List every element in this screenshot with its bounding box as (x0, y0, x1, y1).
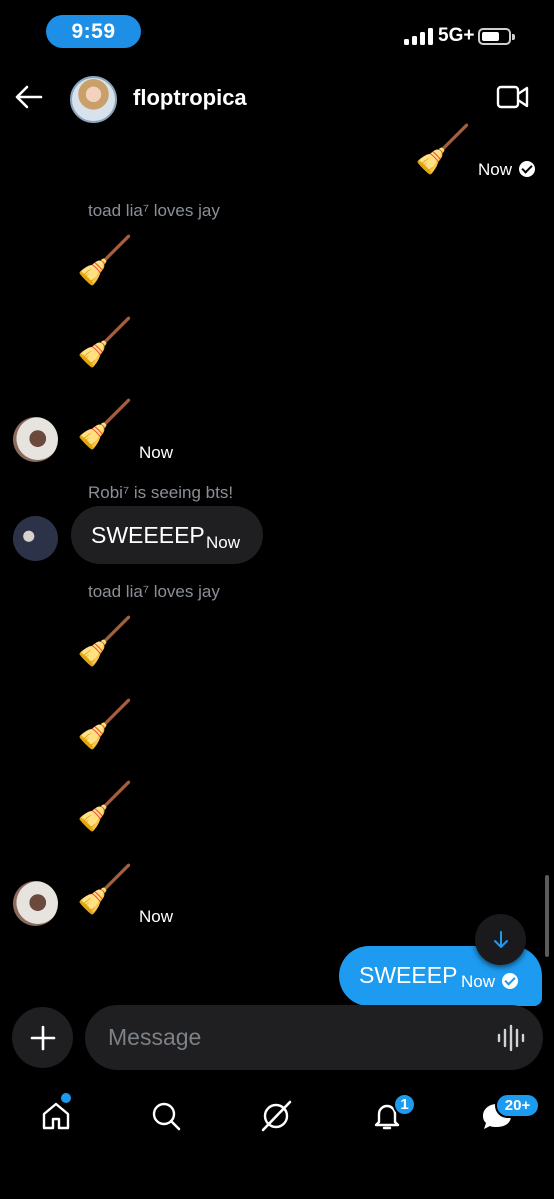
message-input[interactable] (85, 1005, 543, 1070)
plus-icon (30, 1025, 55, 1050)
message-time: Now (139, 443, 174, 462)
search-icon (152, 1102, 181, 1131)
signal-icon (404, 28, 433, 45)
sent-check-icon (519, 161, 536, 177)
back-button[interactable] (12, 80, 46, 114)
sender-avatar[interactable] (13, 881, 58, 926)
scrollbar[interactable] (545, 875, 549, 957)
broom-message[interactable]: 🧹 (414, 124, 471, 174)
broom-message[interactable]: 🧹 (76, 699, 133, 749)
arrow-down-icon (493, 930, 508, 948)
incoming-message-bubble[interactable]: SWEEEEP Now (71, 506, 263, 564)
scroll-to-bottom-button[interactable] (475, 914, 526, 965)
add-attachment-button[interactable] (12, 1007, 73, 1068)
broom-message[interactable]: 🧹 (76, 399, 133, 449)
nav-grok[interactable] (256, 1096, 296, 1136)
chat-avatar[interactable] (70, 76, 117, 123)
message-text: SWEEEP (359, 962, 458, 988)
voice-message-button[interactable] (496, 1023, 526, 1053)
sent-check-icon (502, 973, 519, 989)
home-unread-dot (61, 1093, 71, 1103)
status-time: 9:59 (46, 15, 141, 48)
message-text: SWEEEEP (91, 522, 205, 548)
status-bar: 9:59 5G+ (0, 0, 554, 66)
network-type: 5G+ (438, 25, 475, 46)
sender-avatar[interactable] (13, 417, 58, 462)
sender-name: toad lia⁷ loves jay (88, 201, 220, 220)
messages-badge: 20+ (495, 1093, 540, 1118)
message-thread: 🧹 Now toad lia⁷ loves jay 🧹 🧹 🧹 Now Robi… (0, 124, 554, 1006)
nav-search[interactable] (146, 1096, 186, 1136)
nav-home[interactable] (36, 1096, 76, 1136)
waveform-icon (497, 1024, 525, 1052)
back-arrow-icon (15, 85, 43, 109)
broom-message[interactable]: 🧹 (76, 781, 133, 831)
grok-icon (261, 1100, 292, 1132)
notifications-badge: 1 (393, 1093, 416, 1116)
broom-message[interactable]: 🧹 (76, 616, 133, 666)
battery-icon (478, 28, 515, 45)
video-call-button[interactable] (496, 84, 532, 114)
video-camera-icon (496, 85, 529, 109)
bottom-nav (0, 1088, 554, 1148)
sender-name: toad lia⁷ loves jay (88, 582, 220, 601)
home-icon (42, 1102, 70, 1130)
broom-message[interactable]: 🧹 (76, 317, 133, 367)
chat-title[interactable]: floptropica (133, 85, 247, 111)
sender-name: Robi⁷ is seeing bts! (88, 483, 234, 502)
message-time: Now (461, 972, 519, 992)
broom-message[interactable]: 🧹 (76, 235, 133, 285)
message-time: Now (139, 907, 174, 926)
message-time: Now (478, 160, 536, 180)
broom-message[interactable]: 🧹 (76, 864, 133, 914)
message-time: Now (206, 533, 241, 552)
sender-avatar[interactable] (13, 516, 58, 561)
